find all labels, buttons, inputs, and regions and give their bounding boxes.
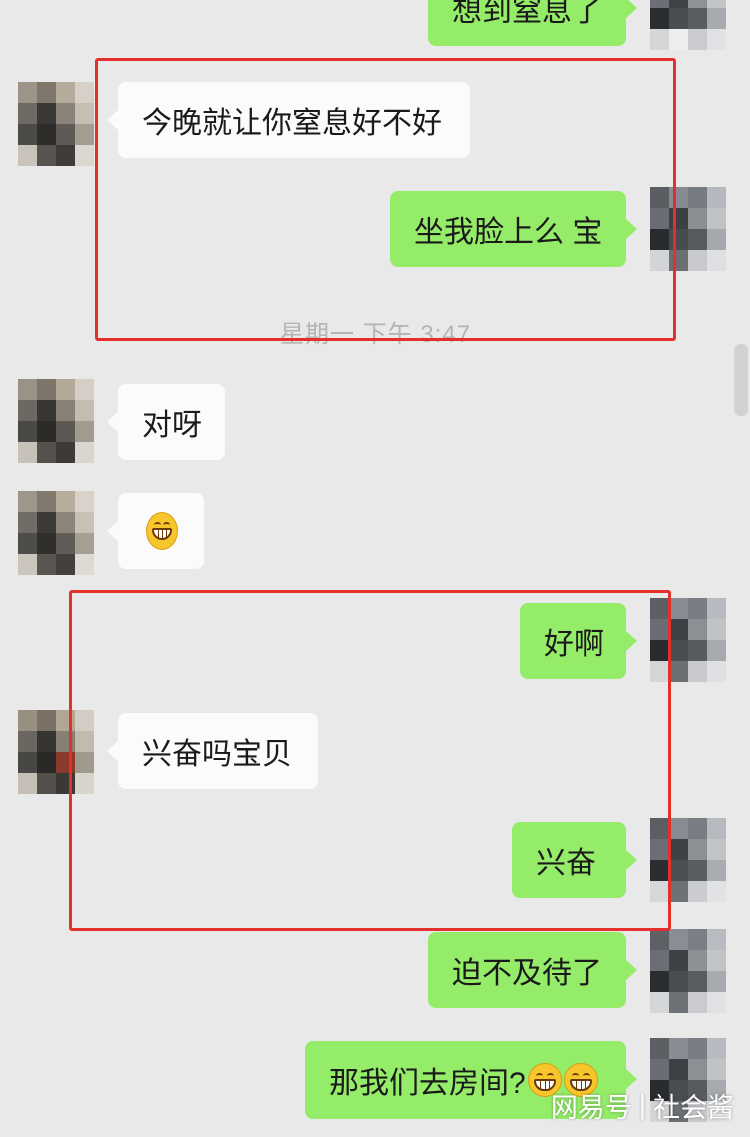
avatar-self[interactable] bbox=[650, 187, 726, 271]
avatar-contact[interactable] bbox=[18, 379, 94, 463]
message-bubble-received[interactable]: 兴奋吗宝贝 bbox=[107, 713, 318, 789]
message-bubble-received[interactable]: 今晚就让你窒息好不好 bbox=[107, 82, 470, 158]
message-text: 对呀 bbox=[142, 409, 202, 442]
message-bubble-sent[interactable]: 想到窒息了 bbox=[428, 0, 637, 46]
message-text: 兴奋吗宝贝 bbox=[142, 738, 292, 771]
avatar-self[interactable] bbox=[650, 598, 726, 682]
message-text: 兴奋 bbox=[536, 847, 596, 880]
avatar-contact[interactable] bbox=[18, 710, 94, 794]
avatar-contact[interactable] bbox=[18, 82, 94, 166]
message-bubble-sent[interactable]: 兴奋 bbox=[512, 822, 637, 898]
watermark: 网易号 | 社会酱 bbox=[551, 1086, 734, 1125]
avatar-self[interactable] bbox=[650, 929, 726, 1013]
avatar-contact[interactable] bbox=[18, 491, 94, 575]
watermark-account: 社会酱 bbox=[653, 1093, 734, 1124]
scrollbar-thumb[interactable] bbox=[734, 344, 748, 416]
message-text: 坐我脸上么 宝 bbox=[414, 216, 603, 249]
message-bubble-received[interactable] bbox=[107, 493, 204, 569]
watermark-separator: | bbox=[637, 1090, 647, 1121]
message-text: 那我们去房间? bbox=[329, 1067, 526, 1100]
message-text: 好啊 bbox=[544, 628, 604, 661]
avatar-self[interactable] bbox=[650, 818, 726, 902]
message-text: 想到窒息了 bbox=[452, 0, 602, 28]
message-text: 今晚就让你窒息好不好 bbox=[142, 107, 442, 140]
message-bubble-sent[interactable]: 迫不及待了 bbox=[428, 932, 637, 1008]
message-bubble-sent[interactable]: 好啊 bbox=[520, 603, 637, 679]
message-bubble-received[interactable]: 对呀 bbox=[107, 384, 225, 460]
grinning-face-emoji bbox=[146, 512, 178, 550]
message-timestamp: 星期一 下午 3:47 bbox=[280, 321, 472, 348]
watermark-brand: 网易号 bbox=[550, 1093, 632, 1124]
message-bubble-sent[interactable]: 坐我脸上么 宝 bbox=[390, 191, 637, 267]
message-text: 迫不及待了 bbox=[452, 957, 602, 990]
avatar-self[interactable] bbox=[650, 0, 726, 50]
